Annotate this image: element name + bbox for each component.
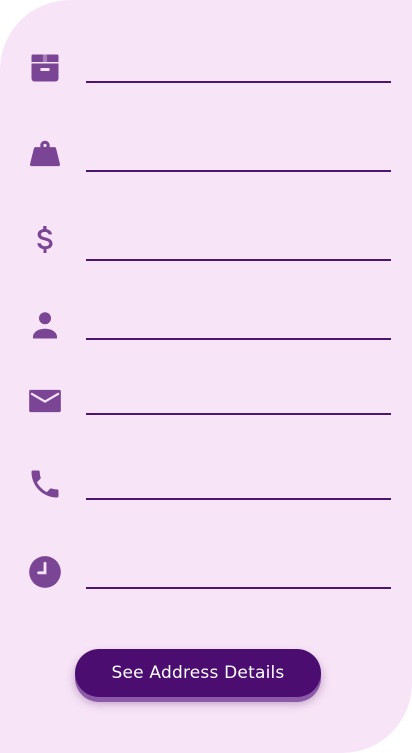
mail-icon: [26, 382, 64, 420]
package-field[interactable]: [86, 53, 391, 83]
phone-icon: [26, 465, 64, 503]
email-field[interactable]: [86, 385, 391, 415]
package-icon: [26, 49, 64, 87]
see-address-details-button[interactable]: See Address Details: [75, 649, 321, 697]
phone-field[interactable]: [86, 470, 391, 500]
amount-field[interactable]: [86, 231, 391, 261]
dollar-icon: [26, 222, 64, 260]
clock-icon: [26, 553, 64, 591]
person-icon: [26, 306, 64, 344]
weight-field[interactable]: [86, 142, 391, 172]
time-field[interactable]: [86, 559, 391, 589]
person-field[interactable]: [86, 310, 391, 340]
weight-icon: [26, 136, 64, 174]
form-sheet: See Address Details: [0, 0, 412, 753]
